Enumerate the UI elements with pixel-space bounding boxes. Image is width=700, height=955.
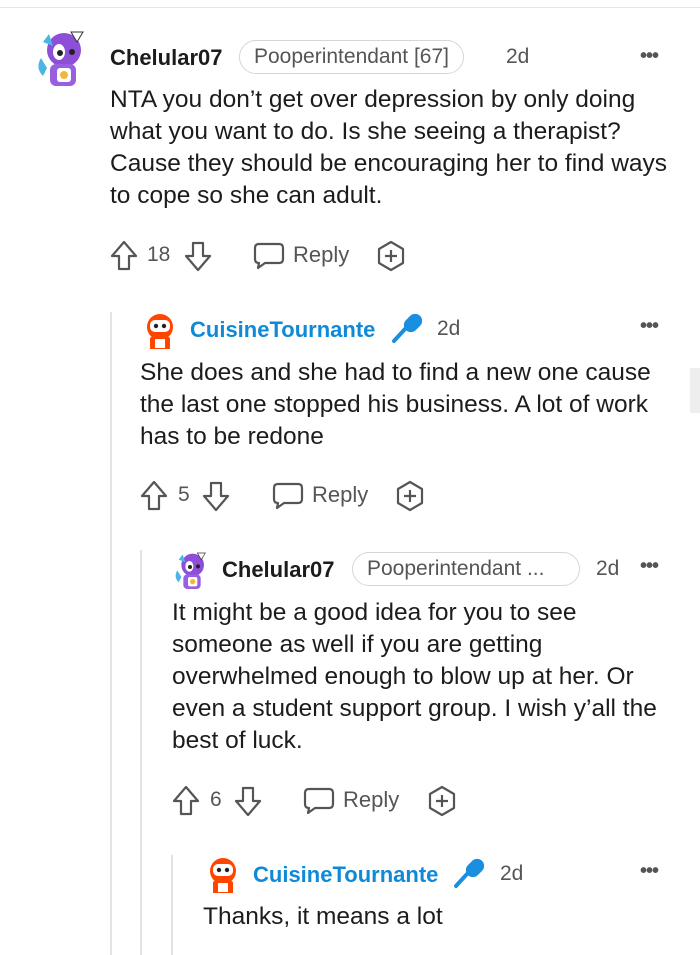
avatar[interactable] <box>33 28 93 90</box>
vote-count: 18 <box>147 243 171 266</box>
username[interactable]: Chelular07 <box>110 45 223 71</box>
more-options-icon[interactable]: ••• <box>640 555 659 578</box>
more-options-icon[interactable]: ••• <box>640 45 659 68</box>
avatar[interactable] <box>203 855 243 895</box>
avatar[interactable] <box>172 550 212 592</box>
top-divider <box>0 7 700 8</box>
thread-line-level-3[interactable] <box>171 855 173 955</box>
username[interactable]: Chelular07 <box>222 557 335 583</box>
comment-actions: 5 Reply <box>140 480 440 512</box>
reply-label: Reply <box>312 482 369 507</box>
vote-count: 6 <box>210 788 222 811</box>
reply-button[interactable]: Reply <box>303 785 403 817</box>
user-flair: Pooperintendant [67] <box>239 40 464 74</box>
award-plus-icon[interactable] <box>394 480 426 512</box>
microphone-icon <box>390 312 426 344</box>
comment-body: She does and she had to find a new one c… <box>140 359 651 450</box>
username[interactable]: CuisineTournante <box>190 317 375 343</box>
user-flair: Pooperintendant ... <box>352 552 580 586</box>
comment-age: 2d <box>500 862 524 885</box>
comment-body: It might be a good idea for you to see s… <box>172 599 657 754</box>
more-options-icon[interactable]: ••• <box>640 860 659 883</box>
comment-body: NTA you don’t get over depression by onl… <box>110 86 668 209</box>
avatar[interactable] <box>140 311 180 351</box>
speech-bubble-icon <box>303 787 335 815</box>
more-options-icon[interactable]: ••• <box>640 315 659 338</box>
speech-bubble-icon <box>272 482 304 510</box>
downvote-arrow-icon[interactable] <box>202 480 230 512</box>
reply-label: Reply <box>343 787 400 812</box>
comment-age: 2d <box>596 557 620 580</box>
upvote-arrow-icon[interactable] <box>140 480 168 512</box>
reply-label: Reply <box>293 242 350 267</box>
upvote-arrow-icon[interactable] <box>110 240 138 272</box>
comment-age: 2d <box>437 317 461 340</box>
comment-body: Thanks, it means a lot <box>203 903 443 930</box>
thread-line-level-1[interactable] <box>110 312 112 955</box>
comment-actions: 6 Reply <box>172 785 472 817</box>
reply-button[interactable]: Reply <box>272 480 372 512</box>
microphone-icon <box>452 857 488 889</box>
upvote-arrow-icon[interactable] <box>172 785 200 817</box>
downvote-arrow-icon[interactable] <box>184 240 212 272</box>
award-plus-icon[interactable] <box>375 240 407 272</box>
vote-count: 5 <box>178 483 190 506</box>
reply-button[interactable]: Reply <box>253 240 353 272</box>
comment-age: 2d <box>506 45 530 68</box>
speech-bubble-icon <box>253 242 285 270</box>
award-plus-icon[interactable] <box>426 785 458 817</box>
scrollbar-thumb[interactable] <box>690 368 700 413</box>
downvote-arrow-icon[interactable] <box>234 785 262 817</box>
thread-line-level-2[interactable] <box>140 550 142 955</box>
comment-actions: 18 Reply <box>110 240 430 272</box>
username[interactable]: CuisineTournante <box>253 862 438 888</box>
